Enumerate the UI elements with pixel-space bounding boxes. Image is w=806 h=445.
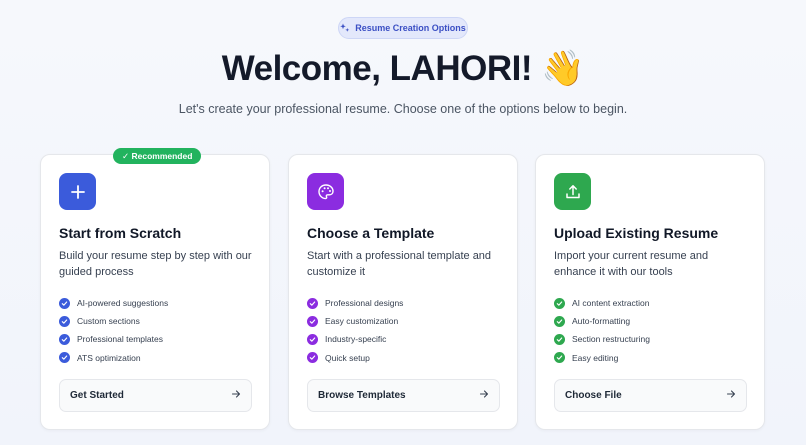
feature-label: Section restructuring: [572, 334, 650, 345]
check-icon: [307, 333, 318, 345]
feature-label: Professional designs: [325, 298, 404, 309]
feature-label: AI content extraction: [572, 298, 650, 309]
pill-label: Resume Creation Options: [355, 23, 466, 33]
list-item: Section restructuring: [554, 330, 650, 348]
feature-list: AI-powered suggestions Custom sections P…: [59, 294, 168, 367]
list-item: AI content extraction: [554, 294, 650, 312]
check-icon: [307, 352, 318, 364]
list-item: Easy editing: [554, 349, 650, 367]
list-item: AI-powered suggestions: [59, 294, 168, 312]
card-title: Choose a Template: [307, 225, 435, 241]
list-item: Easy customization: [307, 312, 403, 330]
card-choose-template[interactable]: Choose a Template Start with a professio…: [288, 154, 518, 430]
palette-icon: [307, 173, 344, 210]
list-item: Industry-specific: [307, 330, 403, 348]
resume-options-pill: Resume Creation Options: [338, 17, 468, 39]
check-icon: [307, 297, 318, 309]
check-icon: [554, 315, 565, 327]
upload-icon: [554, 173, 591, 210]
check-icon: [554, 333, 565, 345]
card-description: Import your current resume and enhance i…: [554, 250, 709, 278]
card-start-from-scratch[interactable]: Start from Scratch Build your resume ste…: [40, 154, 270, 430]
feature-label: Professional templates: [77, 334, 163, 345]
check-icon: [554, 297, 565, 309]
check-icon: [59, 297, 70, 309]
list-item: Professional templates: [59, 330, 168, 348]
list-item: ATS optimization: [59, 349, 168, 367]
choose-file-button[interactable]: Choose File: [554, 379, 747, 412]
page-title: Welcome, LAHORI! 👋: [221, 49, 585, 88]
feature-label: AI-powered suggestions: [77, 298, 169, 309]
button-label: Browse Templates: [318, 390, 406, 401]
feature-label: Industry-specific: [325, 334, 387, 345]
button-label: Get Started: [70, 390, 124, 401]
get-started-button[interactable]: Get Started: [59, 379, 252, 412]
feature-label: ATS optimization: [77, 352, 141, 363]
feature-label: Easy customization: [325, 316, 399, 327]
sparkle-icon: [340, 23, 350, 33]
browse-templates-button[interactable]: Browse Templates: [307, 379, 500, 412]
list-item: Custom sections: [59, 312, 168, 330]
arrow-right-icon: [726, 389, 736, 402]
feature-label: Quick setup: [325, 352, 370, 363]
plus-icon: [59, 173, 96, 210]
arrow-right-icon: [231, 389, 241, 402]
check-icon: [59, 352, 70, 364]
feature-label: Easy editing: [572, 352, 619, 363]
card-description: Build your resume step by step with our …: [59, 250, 252, 278]
arrow-right-icon: [479, 389, 489, 402]
list-item: Quick setup: [307, 349, 403, 367]
feature-list: AI content extraction Auto-formatting Se…: [554, 294, 650, 367]
feature-label: Custom sections: [77, 316, 140, 327]
page-subtitle: Let's create your professional resume. C…: [178, 102, 628, 116]
card-description: Start with a professional template and c…: [307, 250, 492, 278]
card-upload-resume[interactable]: Upload Existing Resume Import your curre…: [535, 154, 765, 430]
list-item: Auto-formatting: [554, 312, 650, 330]
check-icon: [59, 333, 70, 345]
check-icon: [554, 352, 565, 364]
card-title: Upload Existing Resume: [554, 225, 719, 241]
check-icon: [59, 315, 70, 327]
check-icon: [307, 315, 318, 327]
feature-list: Professional designs Easy customization …: [307, 294, 403, 367]
list-item: Professional designs: [307, 294, 403, 312]
recommended-badge: ✓ Recommended: [113, 148, 202, 164]
button-label: Choose File: [565, 390, 622, 401]
feature-label: Auto-formatting: [572, 316, 631, 327]
card-title: Start from Scratch: [59, 225, 182, 241]
